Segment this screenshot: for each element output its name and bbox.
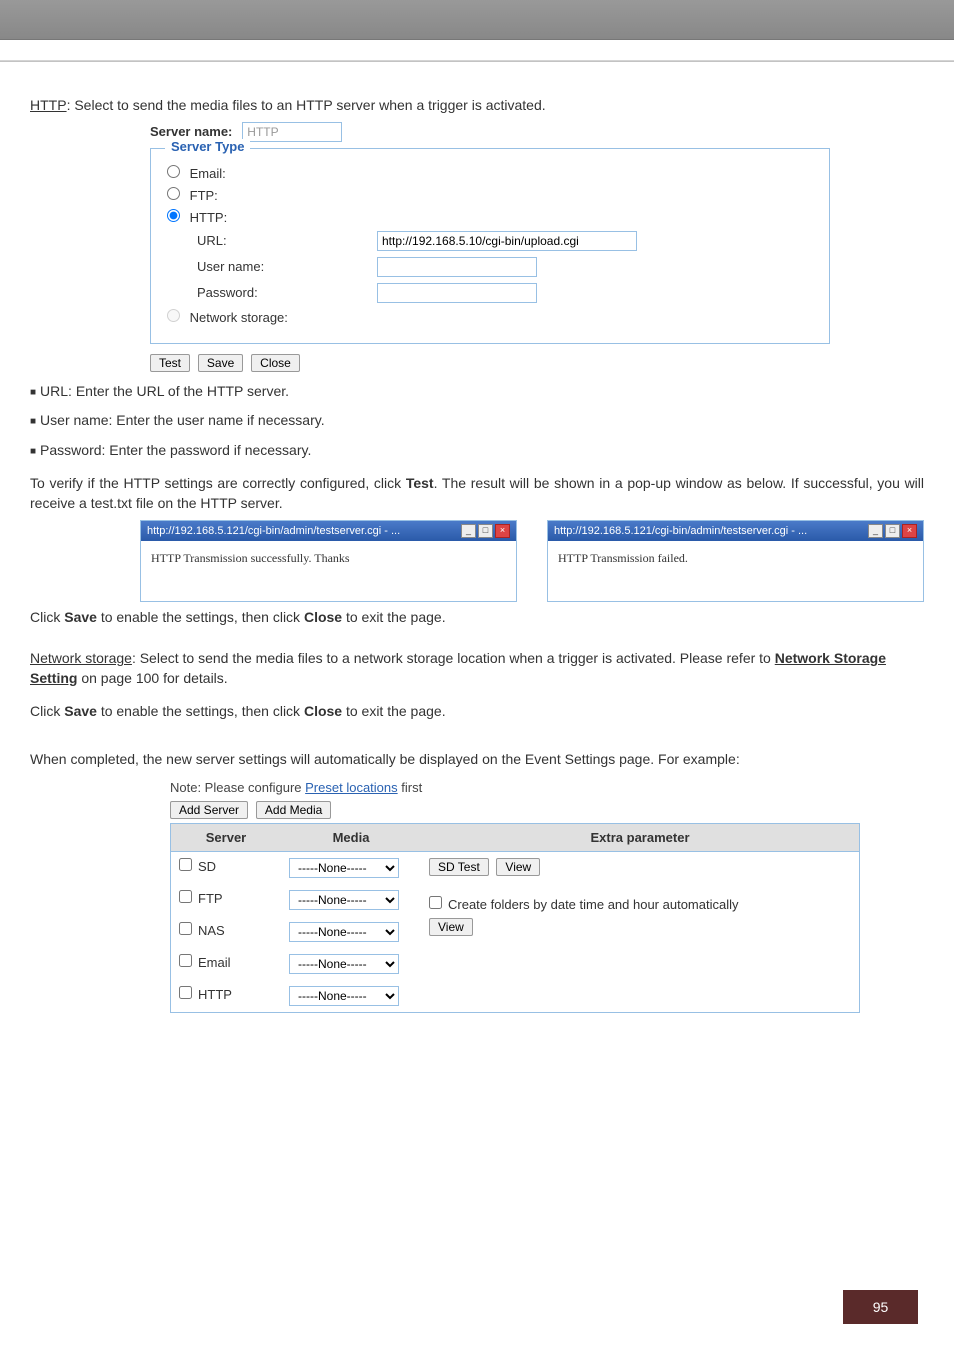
intro-rest: : Select to send the media files to an H… [67, 97, 546, 113]
popup-success-body: HTTP Transmission successfully. Thanks [141, 541, 516, 601]
th-server: Server [171, 824, 281, 852]
checkbox-http[interactable] [179, 986, 192, 999]
server-type-legend: Server Type [165, 139, 250, 154]
radio-http-label: HTTP: [190, 210, 228, 225]
checkbox-email[interactable] [179, 954, 192, 967]
close-button[interactable]: Close [251, 354, 300, 372]
url-input[interactable] [377, 231, 637, 251]
create-folders-label: Create folders by date time and hour aut… [448, 897, 739, 912]
password-input[interactable] [377, 283, 537, 303]
table-row: HTTP -----None----- [171, 980, 859, 1012]
row-http-label: HTTP [198, 987, 232, 1002]
password-label: Password: [197, 285, 377, 300]
media-select-ftp[interactable]: -----None----- [289, 890, 399, 910]
bullet-pass-text: Password: Enter the password if necessar… [40, 442, 311, 458]
row-sd-label: SD [198, 859, 216, 874]
popup-success-title: http://192.168.5.121/cgi-bin/admin/tests… [147, 525, 400, 537]
radio-network-storage[interactable] [167, 309, 180, 322]
save-close-para-1: Click Save to enable the settings, then … [30, 608, 924, 628]
th-media: Media [281, 824, 421, 852]
url-label: URL: [197, 233, 377, 248]
media-select-nas[interactable]: -----None----- [289, 922, 399, 942]
popup-failed-body: HTTP Transmission failed. [548, 541, 923, 601]
media-select-http[interactable]: -----None----- [289, 986, 399, 1006]
top-header-bar [0, 0, 954, 40]
add-server-button[interactable]: Add Server [170, 801, 248, 819]
add-media-button[interactable]: Add Media [256, 801, 331, 819]
bullet-icon: ■ [30, 445, 36, 459]
server-name-input[interactable] [242, 122, 342, 142]
radio-network-storage-label: Network storage: [190, 310, 288, 325]
verify-paragraph: To verify if the HTTP settings are corre… [30, 474, 924, 513]
radio-ftp-label: FTP: [190, 188, 218, 203]
ns-text-1: : Select to send the media files to a ne… [132, 650, 775, 666]
verify-test-bold: Test [406, 475, 434, 491]
checkbox-sd[interactable] [179, 858, 192, 871]
sd-test-button[interactable]: SD Test [429, 858, 489, 876]
bullet-url-text: URL: Enter the URL of the HTTP server. [40, 383, 289, 399]
completed-paragraph: When completed, the new server settings … [30, 750, 924, 770]
row-email-label: Email [198, 955, 231, 970]
test-button[interactable]: Test [150, 354, 190, 372]
popup-failed: http://192.168.5.121/cgi-bin/admin/tests… [547, 520, 924, 602]
radio-email[interactable] [167, 165, 180, 178]
popup-success: http://192.168.5.121/cgi-bin/admin/tests… [140, 520, 517, 602]
close-icon[interactable]: × [902, 524, 917, 538]
table-row: FTP -----None----- Create folders by dat… [171, 884, 859, 916]
table-row: Email -----None----- [171, 948, 859, 980]
row-ftp-label: FTP [198, 891, 223, 906]
preset-locations-link[interactable]: Preset locations [305, 780, 398, 795]
minimize-icon[interactable]: _ [868, 524, 883, 538]
save-close-para-2: Click Save to enable the settings, then … [30, 702, 924, 722]
maximize-icon[interactable]: □ [885, 524, 900, 538]
checkbox-ftp[interactable] [179, 890, 192, 903]
page-number-badge: 95 [843, 1290, 918, 1324]
bullet-icon: ■ [30, 415, 36, 429]
th-extra: Extra parameter [421, 824, 859, 852]
page-number: 95 [873, 1299, 889, 1315]
event-settings-table: Server Media Extra parameter SD -----Non… [171, 824, 859, 1012]
bullet-user: ■ User name: Enter the user name if neces… [30, 411, 924, 431]
close-icon[interactable]: × [495, 524, 510, 538]
server-type-fieldset: Server Type Email: FTP: HTTP: URL: User … [150, 148, 830, 344]
intro-paragraph: HTTP: Select to send the media files to … [30, 96, 924, 116]
popup-failed-title: http://192.168.5.121/cgi-bin/admin/tests… [554, 525, 807, 537]
verify-pre: To verify if the HTTP settings are corre… [30, 475, 406, 491]
media-select-email[interactable]: -----None----- [289, 954, 399, 974]
server-name-label: Server name: [150, 124, 232, 139]
checkbox-nas[interactable] [179, 922, 192, 935]
bullet-icon: ■ [30, 386, 36, 400]
table-row: SD -----None----- SD Test View [171, 851, 859, 884]
save-button[interactable]: Save [198, 354, 243, 372]
radio-email-label: Email: [190, 166, 226, 181]
bullet-url: ■ URL: Enter the URL of the HTTP server. [30, 382, 924, 402]
username-label: User name: [197, 259, 377, 274]
intro-http-underline: HTTP [30, 97, 67, 113]
maximize-icon[interactable]: □ [478, 524, 493, 538]
bullet-user-text: User name: Enter the user name if necess… [40, 412, 325, 428]
media-select-sd[interactable]: -----None----- [289, 858, 399, 878]
bullet-pass: ■ Password: Enter the password if necessa… [30, 441, 924, 461]
network-storage-paragraph: Network storage: Select to send the medi… [30, 649, 924, 688]
view-button-nas[interactable]: View [429, 918, 473, 936]
radio-http[interactable] [167, 209, 180, 222]
minimize-icon[interactable]: _ [461, 524, 476, 538]
view-button-sd[interactable]: View [496, 858, 540, 876]
radio-ftp[interactable] [167, 187, 180, 200]
username-input[interactable] [377, 257, 537, 277]
row-nas-label: NAS [198, 923, 225, 938]
checkbox-create-folders[interactable] [429, 896, 442, 909]
ns-text-2: on page 100 for details. [77, 670, 227, 686]
ns-underline-1: Network storage [30, 650, 132, 666]
preset-note: Note: Please configure Preset locations … [170, 780, 860, 795]
